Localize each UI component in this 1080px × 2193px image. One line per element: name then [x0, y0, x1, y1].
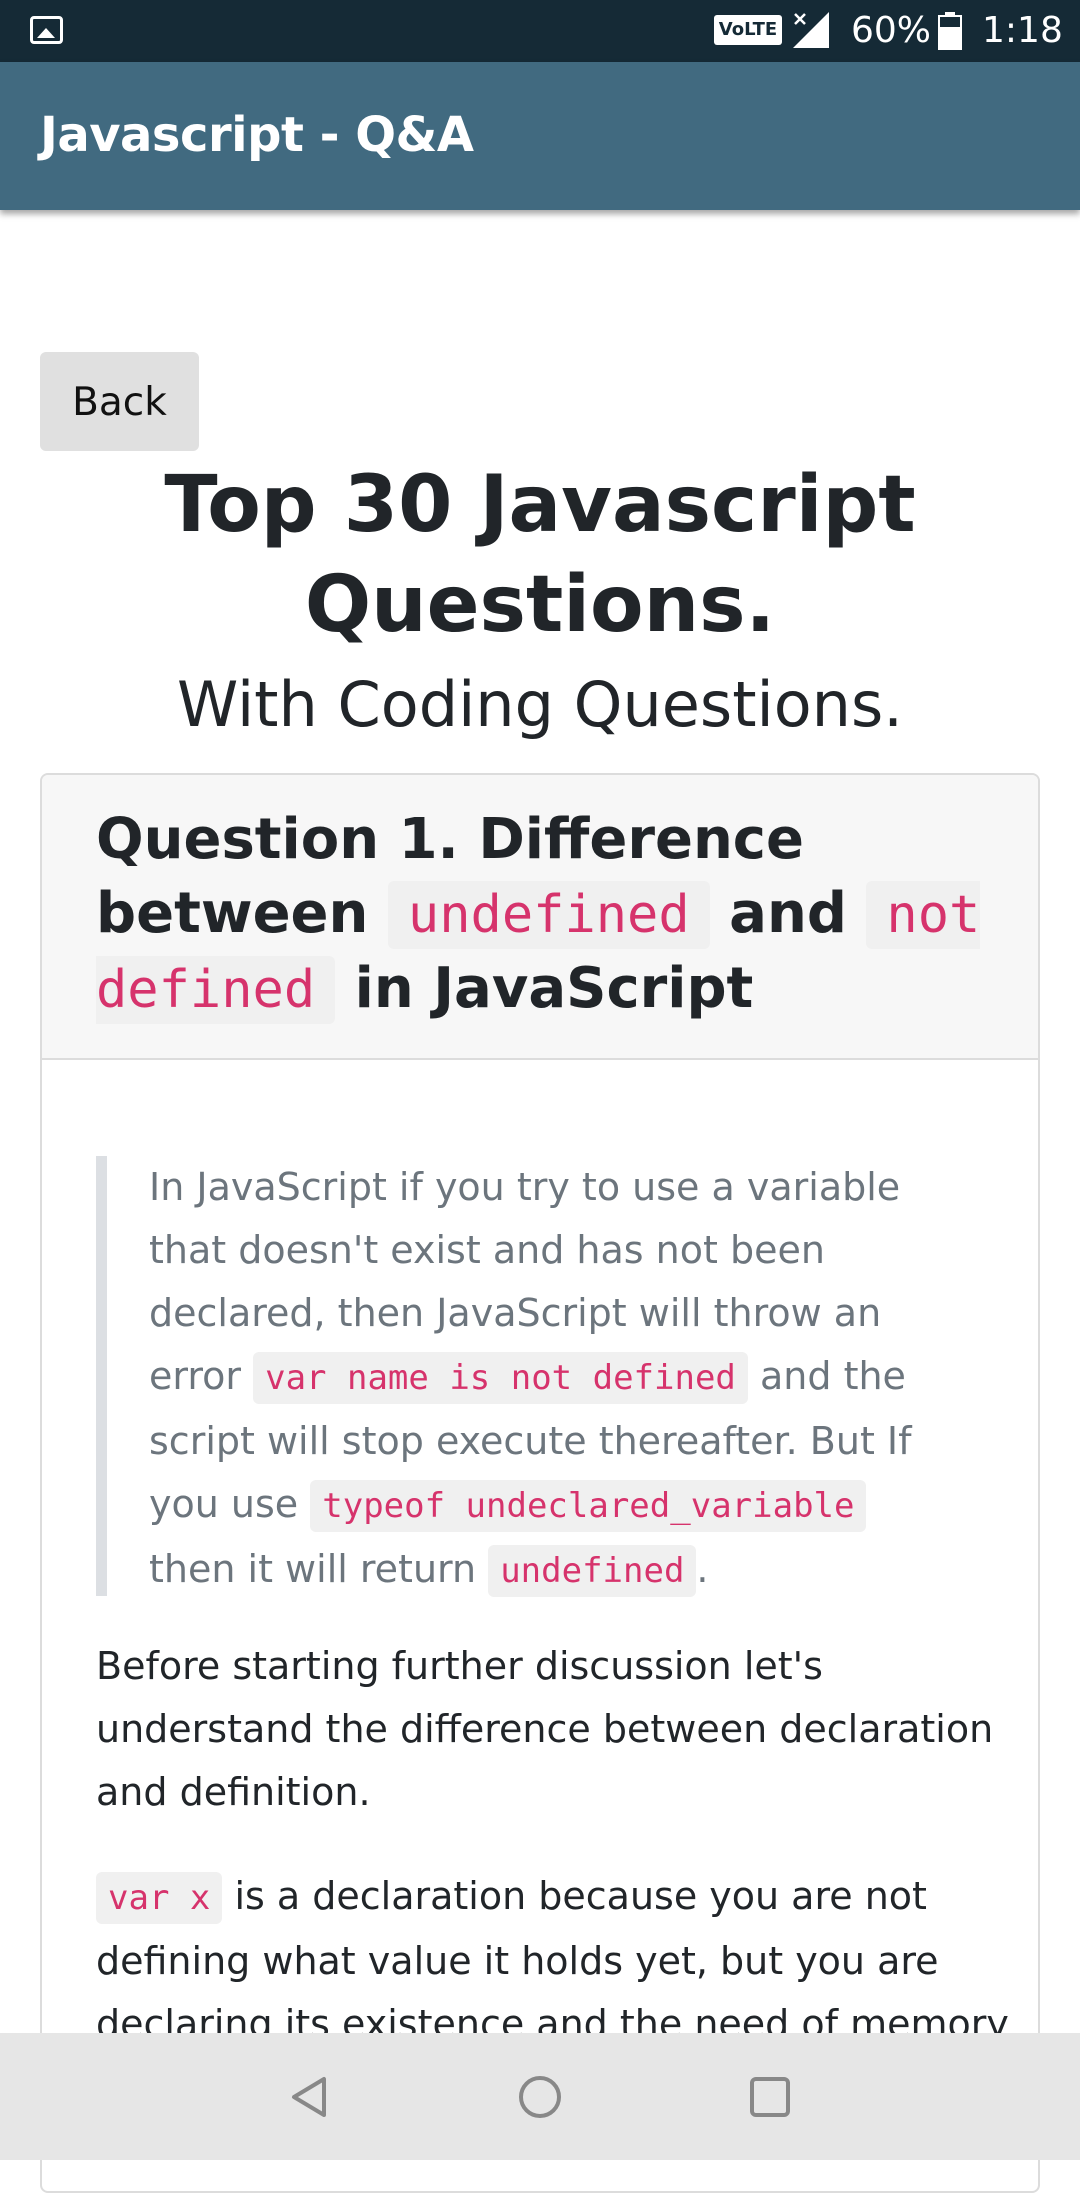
- recents-nav-icon[interactable]: [746, 2073, 794, 2121]
- paragraph-var-x-text: is a declaration because you are not def…: [96, 1874, 1009, 2046]
- app-title: Javascript - Q&A: [40, 107, 474, 163]
- battery-icon: [938, 12, 962, 50]
- page-subtitle: With Coding Questions.: [177, 668, 903, 741]
- clock: 1:18: [982, 10, 1063, 51]
- image-notification-icon: [30, 16, 63, 44]
- volte-badge: VoLTE: [714, 15, 782, 45]
- question-suffix: in JavaScript: [354, 956, 754, 1021]
- quote-text-3: then it will return: [149, 1547, 477, 1591]
- code-var-name: var name is not defined: [253, 1352, 748, 1404]
- code-undefined: undefined: [387, 881, 710, 949]
- code-var-x: var x: [96, 1872, 223, 1924]
- home-nav-icon[interactable]: [516, 2073, 564, 2121]
- battery-percent: 60%: [851, 10, 932, 51]
- page-title: Top 30 Javascript Questions.: [164, 460, 916, 650]
- paragraph-declaration: Before starting further discussion let's…: [96, 1644, 994, 1814]
- code-undefined-inline: undefined: [488, 1545, 697, 1597]
- question-card: Question 1. Difference between undefined…: [40, 773, 1040, 2193]
- app-bar: Javascript - Q&A: [0, 62, 1080, 210]
- question-heading: Question 1. Difference between undefined…: [42, 775, 1038, 1060]
- blockquote: In JavaScript if you try to use a variab…: [96, 1156, 936, 1597]
- quote-text-4: .: [696, 1547, 709, 1591]
- code-typeof: typeof undeclared_variable: [310, 1480, 867, 1532]
- back-button[interactable]: Back: [40, 352, 199, 451]
- status-bar: VoLTE 60% 1:18: [0, 0, 1080, 62]
- question-mid: and: [729, 881, 847, 946]
- back-nav-icon[interactable]: [286, 2073, 334, 2121]
- signal-icon: [793, 12, 829, 48]
- navigation-bar: [0, 2033, 1080, 2160]
- paragraph-var-x: var x is a declaration because you are n…: [96, 1865, 1016, 2056]
